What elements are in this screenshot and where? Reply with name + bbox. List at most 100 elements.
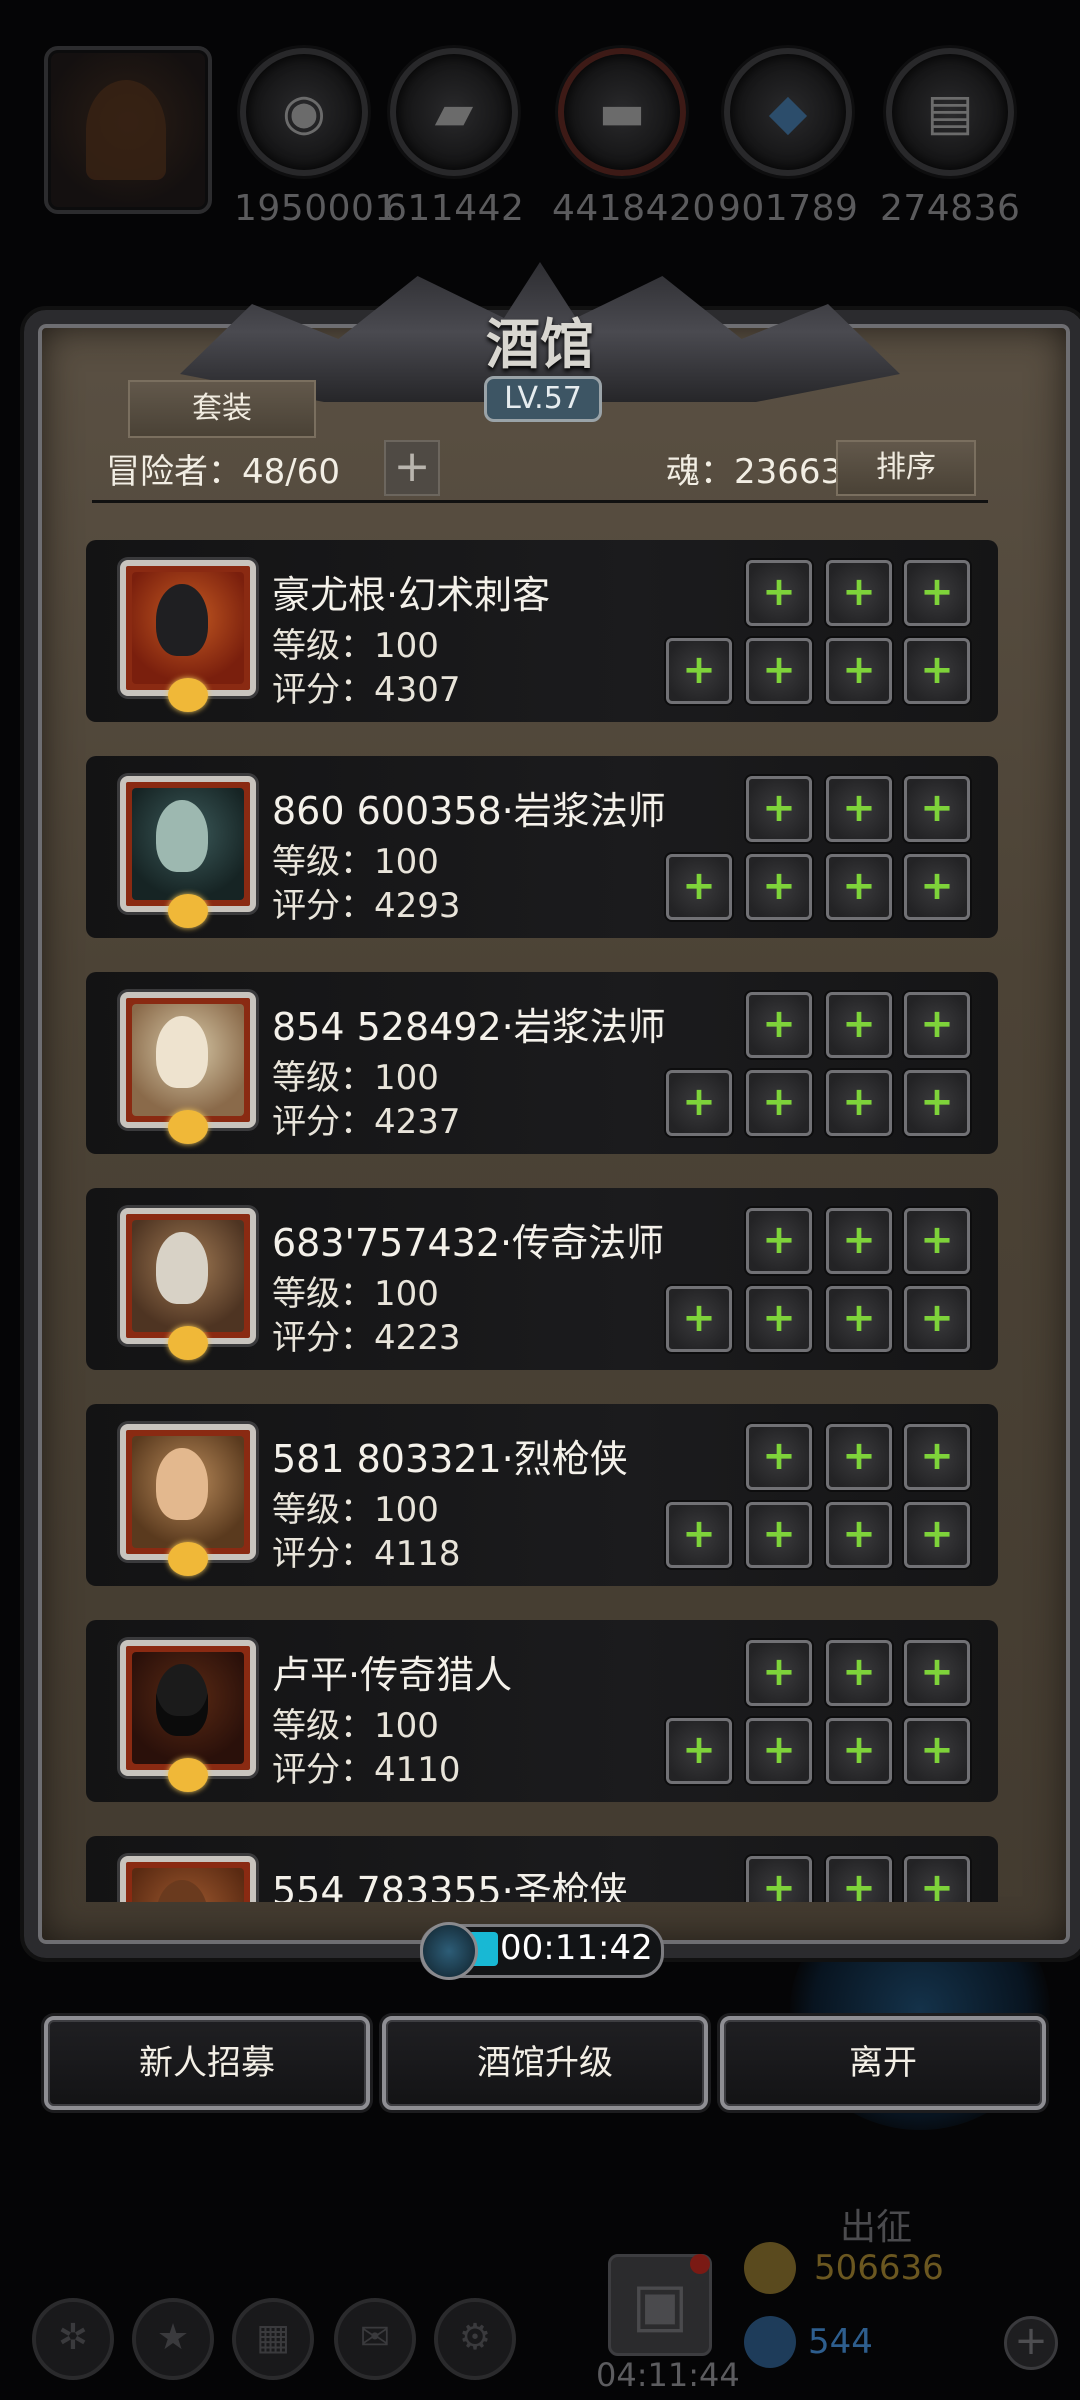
moon-badge-icon (168, 678, 208, 712)
armor-slot-icon[interactable]: + (746, 1070, 812, 1136)
gem-slot-icon[interactable]: + (826, 854, 892, 920)
achievement-icon[interactable]: ★ (132, 2298, 214, 2380)
gem-slot-icon[interactable]: + (904, 854, 970, 920)
amulet-slot-icon[interactable]: + (826, 776, 892, 842)
hero-card[interactable]: 581 803321·烈枪侠 等级：100 评分：4118 + + + + + … (86, 1404, 998, 1586)
hero-card[interactable]: 卢平·传奇猎人 等级：100 评分：4110 + + + + + + + (86, 1620, 998, 1802)
gem-slot-icon[interactable]: + (904, 1502, 970, 1568)
gem-slot-icon[interactable]: + (826, 1070, 892, 1136)
gem-slot-icon[interactable]: + (904, 1286, 970, 1352)
resource-crystal[interactable]: ◆ 901789 (718, 48, 858, 229)
armor-slot-icon[interactable]: + (746, 1502, 812, 1568)
elf-mage-icon (156, 1016, 208, 1088)
gold-icon (744, 2242, 796, 2294)
gem-slot-icon[interactable]: + (826, 1286, 892, 1352)
gem-slot-icon[interactable]: + (904, 638, 970, 704)
amulet-slot-icon[interactable]: + (826, 1640, 892, 1706)
weapon-slot-icon[interactable]: + (666, 638, 732, 704)
clock-icon (420, 1922, 478, 1980)
hero-portrait[interactable] (120, 1208, 256, 1360)
moon-badge-icon (168, 1758, 208, 1792)
helmet-slot-icon[interactable]: + (746, 560, 812, 626)
gold-amount: 506636 (814, 2248, 944, 2288)
hero-card[interactable]: 860 600358·岩浆法师 等级：100 评分：4293 + + + + +… (86, 756, 998, 938)
cowboy-gunner-icon (156, 1448, 208, 1520)
hero-card[interactable]: 554 783355·圣枪侠 + + + (86, 1836, 998, 1902)
hero-card[interactable]: 豪尤根·幻术刺客 等级：100 评分：4307 + + + + + + + (86, 540, 998, 722)
hero-portrait[interactable] (120, 992, 256, 1144)
hero-card[interactable]: 683ꞌ757432·传奇法师 等级：100 评分：4223 + + + + +… (86, 1188, 998, 1370)
amulet-slot-icon[interactable]: + (826, 1208, 892, 1274)
hero-name: 860 600358·岩浆法师 (272, 789, 666, 833)
hero-score: 评分：4110 (272, 1750, 461, 1790)
ring-slot-icon[interactable]: + (904, 776, 970, 842)
guild-icon[interactable]: ⚙ (434, 2298, 516, 2380)
amulet-slot-icon[interactable]: + (826, 1856, 892, 1902)
resource-stone[interactable]: ▤ 274836 (880, 48, 1020, 229)
resource-wood[interactable]: ▰ 611442 (384, 48, 524, 229)
set-button[interactable]: 套装 (128, 380, 316, 438)
ring-slot-icon[interactable]: + (904, 992, 970, 1058)
hero-score: 评分：4237 (272, 1102, 461, 1142)
amulet-slot-icon[interactable]: + (826, 992, 892, 1058)
armor-slot-icon[interactable]: + (746, 638, 812, 704)
armor-slot-icon[interactable]: + (746, 1718, 812, 1784)
ring-slot-icon[interactable]: + (904, 1856, 970, 1902)
hero-portrait[interactable] (120, 1640, 256, 1792)
bearded-mage-icon (156, 1232, 208, 1304)
notification-dot (690, 2254, 710, 2274)
ring-slot-icon[interactable]: + (904, 560, 970, 626)
add-capacity-button[interactable]: + (384, 440, 440, 496)
helmet-slot-icon[interactable]: + (746, 1424, 812, 1490)
helmet-slot-icon[interactable]: + (746, 1856, 812, 1902)
weapon-slot-icon[interactable]: + (666, 1286, 732, 1352)
gem-slot-icon[interactable]: + (904, 1070, 970, 1136)
helmet-slot-icon[interactable]: + (746, 1640, 812, 1706)
hero-portrait[interactable] (120, 1856, 256, 1902)
gem-slot-icon[interactable]: + (826, 638, 892, 704)
mail-icon[interactable]: ✉ (334, 2298, 416, 2380)
helmet-slot-icon[interactable]: + (746, 992, 812, 1058)
resource-amount: 1950001 (234, 188, 398, 229)
hero-portrait[interactable] (120, 560, 256, 712)
weapon-slot-icon[interactable]: + (666, 1718, 732, 1784)
recruit-button[interactable]: 新人招募 (44, 2016, 370, 2110)
hero-portrait[interactable] (120, 1424, 256, 1576)
gem-amount: 544 (808, 2322, 873, 2362)
gem-slot-icon[interactable]: + (904, 1718, 970, 1784)
resource-iron[interactable]: ▬ 4418420 (552, 48, 715, 229)
hero-level: 等级：100 (272, 1274, 439, 1314)
player-avatar[interactable] (44, 46, 212, 214)
settings-icon[interactable]: ✲ (32, 2298, 114, 2380)
sort-button[interactable]: 排序 (836, 440, 976, 496)
resource-meat[interactable]: ◉ 1950001 (234, 48, 398, 229)
upgrade-tavern-button[interactable]: 酒馆升级 (382, 2016, 708, 2110)
add-currency-button[interactable]: + (1004, 2316, 1058, 2370)
gem-slot-icon[interactable]: + (826, 1718, 892, 1784)
gem-slot-icon[interactable]: + (826, 1502, 892, 1568)
armor-slot-icon[interactable]: + (746, 1286, 812, 1352)
helmet-slot-icon[interactable]: + (746, 776, 812, 842)
leave-button[interactable]: 离开 (720, 2016, 1046, 2110)
ring-slot-icon[interactable]: + (904, 1424, 970, 1490)
helmet-slot-icon[interactable]: + (746, 1208, 812, 1274)
weapon-slot-icon[interactable]: + (666, 1070, 732, 1136)
amulet-slot-icon[interactable]: + (826, 560, 892, 626)
moon-badge-icon (168, 894, 208, 928)
hero-level: 等级：100 (272, 1058, 439, 1098)
moon-badge-icon (168, 1542, 208, 1576)
hero-score: 评分：4118 (272, 1534, 461, 1574)
weapon-slot-icon[interactable]: + (666, 854, 732, 920)
amulet-slot-icon[interactable]: + (826, 1424, 892, 1490)
expedition-label[interactable]: 出征 (840, 2198, 912, 2250)
hero-list[interactable]: 豪尤根·幻术刺客 等级：100 评分：4307 + + + + + + + 86… (86, 540, 998, 1902)
hero-score: 评分：4307 (272, 670, 461, 710)
hero-portrait[interactable] (120, 776, 256, 928)
ring-slot-icon[interactable]: + (904, 1208, 970, 1274)
armor-slot-icon[interactable]: + (746, 854, 812, 920)
map-icon[interactable]: ▦ (232, 2298, 314, 2380)
ring-slot-icon[interactable]: + (904, 1640, 970, 1706)
weapon-slot-icon[interactable]: + (666, 1502, 732, 1568)
hero-name: 554 783355·圣枪侠 (272, 1869, 628, 1902)
hero-card[interactable]: 854 528492·岩浆法师 等级：100 评分：4237 + + + + +… (86, 972, 998, 1154)
